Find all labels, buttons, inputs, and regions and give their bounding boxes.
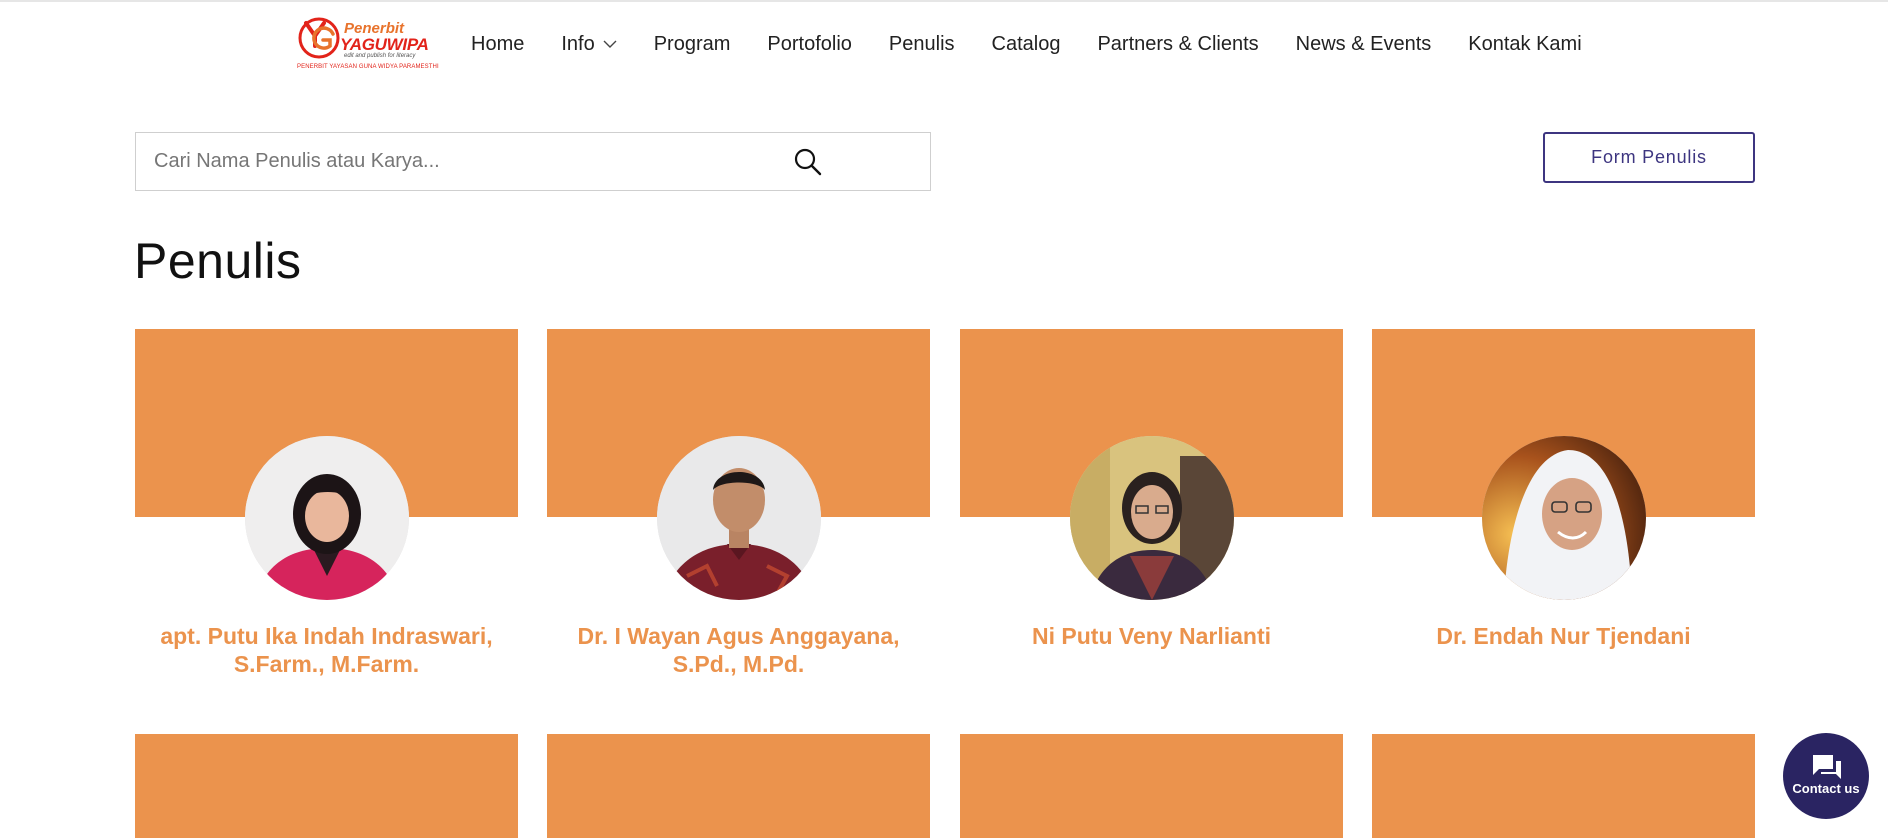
nav-program[interactable]: Program bbox=[654, 33, 731, 56]
author-avatar[interactable] bbox=[245, 436, 409, 600]
nav-penulis[interactable]: Penulis bbox=[889, 33, 955, 56]
author-card[interactable]: apt. Putu Ika Indah Indraswari, S.Farm.,… bbox=[135, 329, 518, 677]
author-card-banner[interactable] bbox=[547, 734, 930, 838]
page-title: Penulis bbox=[134, 233, 302, 289]
site-header: Penerbit YAGUWIPA edit and publish for l… bbox=[0, 2, 1888, 82]
nav-news-label: News & Events bbox=[1295, 32, 1432, 55]
nav-portofolio[interactable]: Portofolio bbox=[767, 33, 852, 56]
nav-info[interactable]: Info bbox=[561, 32, 617, 56]
nav-catalog[interactable]: Catalog bbox=[992, 33, 1061, 56]
author-name[interactable]: Ni Putu Veny Narlianti bbox=[960, 622, 1343, 650]
author-avatar[interactable] bbox=[1482, 436, 1646, 600]
nav-portofolio-label: Portofolio bbox=[767, 32, 852, 55]
nav-partners-clients[interactable]: Partners & Clients bbox=[1097, 33, 1258, 56]
author-name[interactable]: apt. Putu Ika Indah Indraswari, S.Farm.,… bbox=[135, 622, 518, 678]
main-nav: Home Info Program Portofolio Penulis Cat… bbox=[471, 30, 1582, 58]
nav-home[interactable]: Home bbox=[471, 33, 524, 56]
search-input[interactable] bbox=[154, 133, 834, 190]
logo-subline: PENERBIT YAYASAN GUNA WIDYA PARAMESTHI bbox=[297, 64, 439, 70]
contact-us-button[interactable]: Contact us bbox=[1783, 733, 1869, 819]
nav-penulis-label: Penulis bbox=[888, 32, 955, 55]
chevron-down-icon bbox=[603, 40, 617, 48]
site-logo[interactable]: Penerbit YAGUWIPA edit and publish for l… bbox=[297, 16, 439, 72]
search-box bbox=[135, 132, 931, 191]
nav-kontak-label: Kontak Kami bbox=[1468, 32, 1582, 55]
author-name[interactable]: Dr. Endah Nur Tjendani bbox=[1372, 622, 1755, 650]
search-icon[interactable] bbox=[793, 147, 823, 177]
nav-program-label: Program bbox=[653, 32, 731, 55]
nav-info-label: Info bbox=[561, 32, 595, 55]
author-avatar[interactable] bbox=[1070, 436, 1234, 600]
contact-us-label: Contact us bbox=[1792, 781, 1860, 796]
chat-icon bbox=[1813, 755, 1841, 779]
nav-home-label: Home bbox=[471, 32, 525, 55]
logo-text-yaguwipa: YAGUWIPA bbox=[340, 35, 429, 54]
author-card[interactable]: Dr. Endah Nur Tjendani bbox=[1372, 329, 1755, 669]
author-name[interactable]: Dr. I Wayan Agus Anggayana, S.Pd., M.Pd. bbox=[547, 622, 930, 678]
nav-kontak-kami[interactable]: Kontak Kami bbox=[1468, 33, 1581, 56]
form-penulis-button[interactable]: Form Penulis bbox=[1543, 132, 1755, 183]
logo-tagline: edit and publish for literacy bbox=[344, 53, 416, 59]
nav-partners-label: Partners & Clients bbox=[1097, 32, 1259, 55]
author-card-banner[interactable] bbox=[960, 734, 1343, 838]
yg-logo-icon bbox=[298, 17, 340, 59]
author-card[interactable]: Dr. I Wayan Agus Anggayana, S.Pd., M.Pd. bbox=[547, 329, 930, 677]
nav-news-events[interactable]: News & Events bbox=[1296, 33, 1432, 56]
author-card[interactable]: Ni Putu Veny Narlianti bbox=[960, 329, 1343, 669]
author-card-banner[interactable] bbox=[135, 734, 518, 838]
author-card-banner[interactable] bbox=[1372, 734, 1755, 838]
nav-catalog-label: Catalog bbox=[991, 32, 1061, 55]
author-avatar[interactable] bbox=[657, 436, 821, 600]
